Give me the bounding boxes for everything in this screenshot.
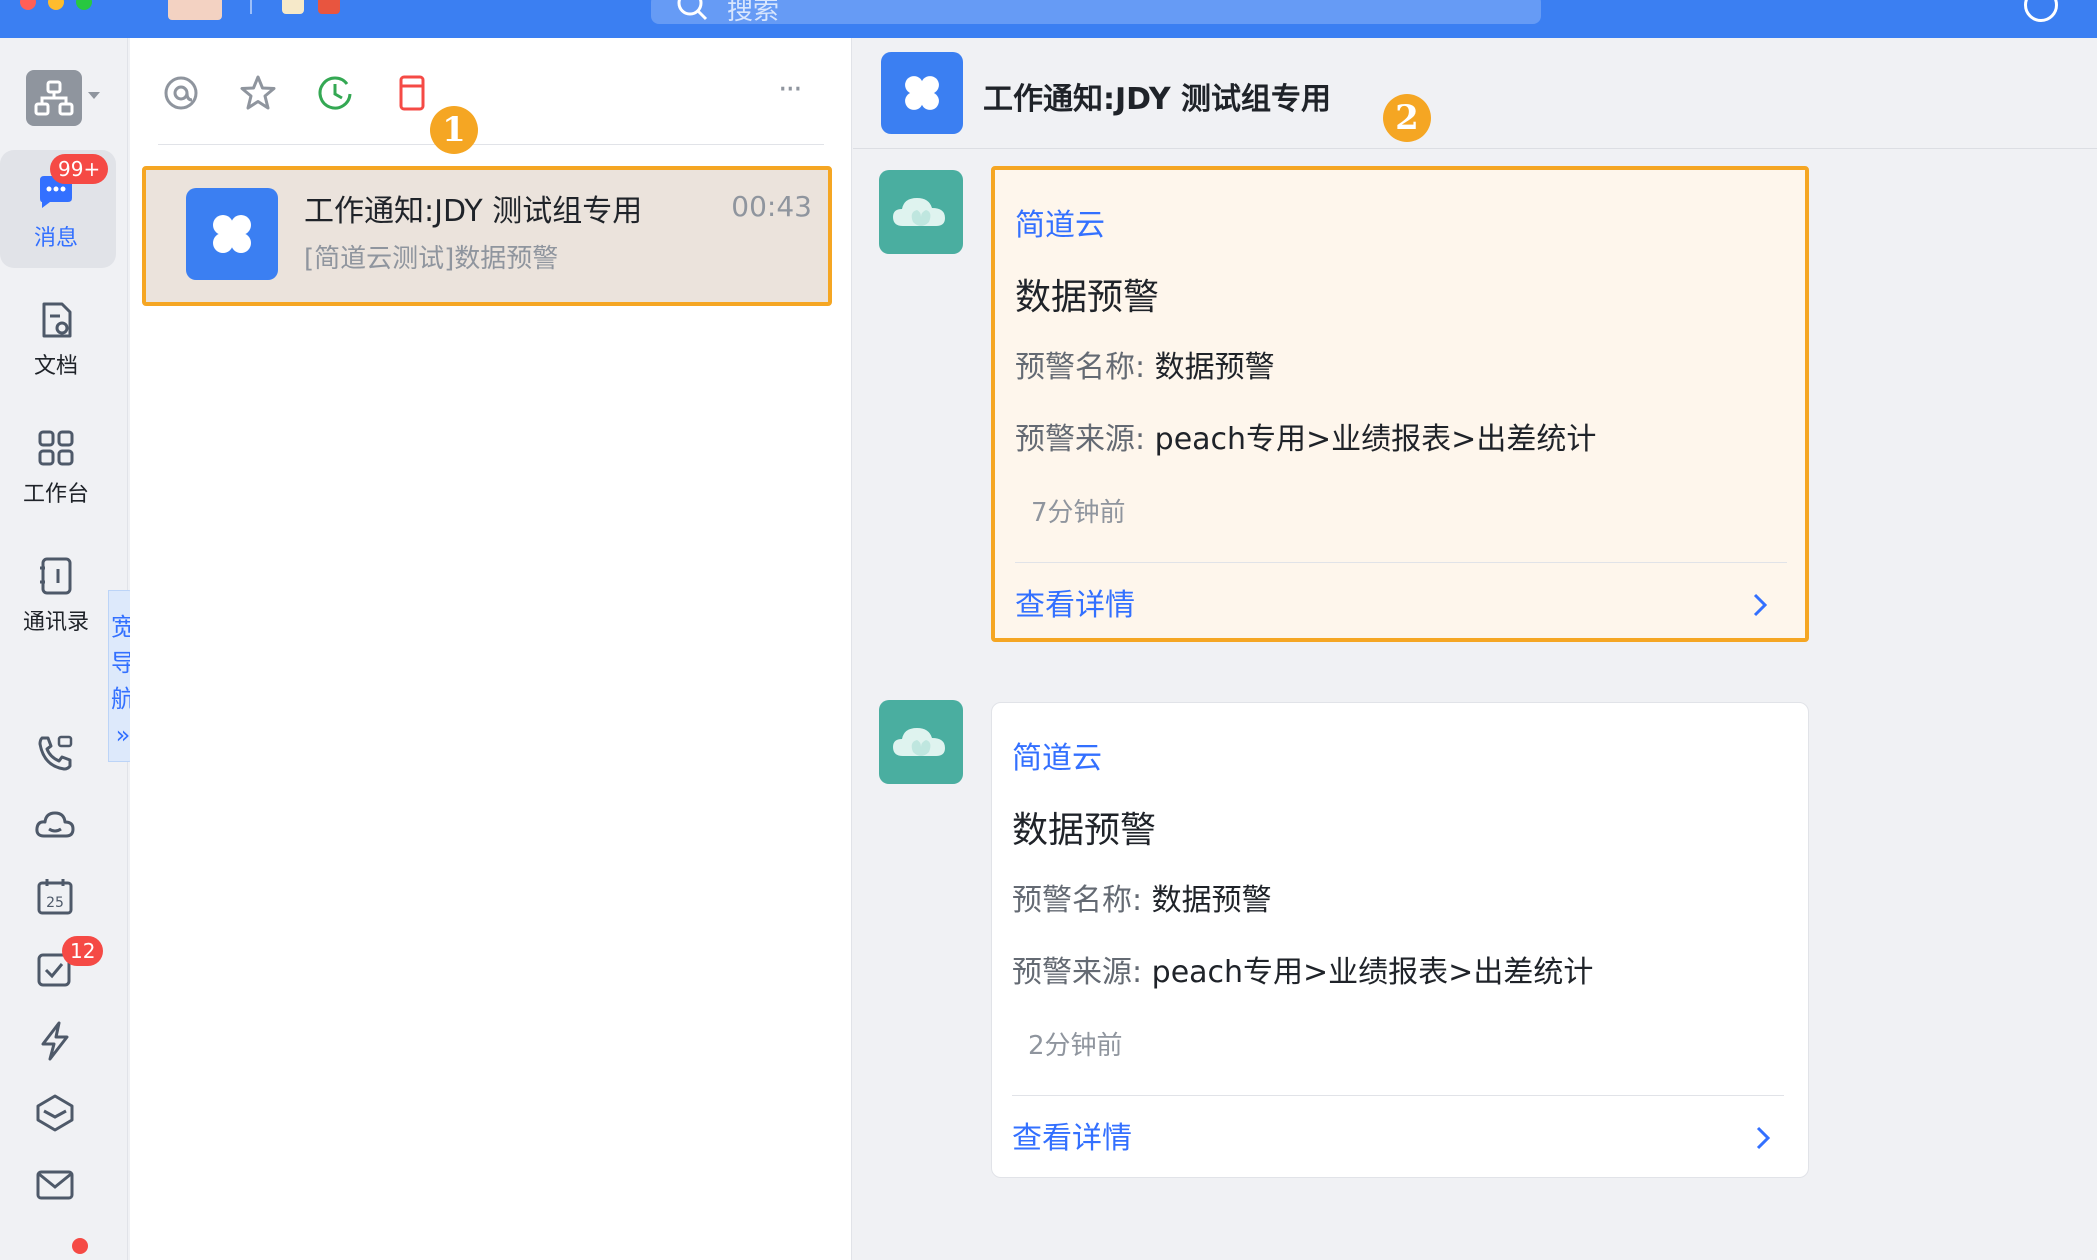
alert-name-value: 数据预警 xyxy=(1154,350,1275,385)
annotation-marker-2: 2 xyxy=(1383,94,1431,142)
view-details-link[interactable]: 查看详情 xyxy=(1015,580,1135,624)
app-shortcut-icon[interactable] xyxy=(282,0,304,14)
message-source: 简道云 xyxy=(1015,208,1105,243)
title-bar: 搜索 xyxy=(0,0,2097,38)
view-details-link[interactable]: 查看详情 xyxy=(1012,1113,1132,1157)
card-divider xyxy=(1012,1095,1784,1096)
unread-badge: 99+ xyxy=(50,154,109,184)
alert-source-label: 预警来源: xyxy=(1015,422,1155,457)
sidebar-item-contacts[interactable]: 通讯录 xyxy=(0,534,116,652)
conversation-time: 00:43 xyxy=(731,190,812,223)
contacts-icon xyxy=(40,557,72,595)
search-placeholder: 搜索 xyxy=(727,0,780,26)
calendar-icon[interactable]: 25 xyxy=(32,874,78,920)
clover-icon xyxy=(905,76,939,110)
star-icon[interactable] xyxy=(237,72,279,114)
message-source: 简道云 xyxy=(1012,741,1102,776)
alert-source-row: 预警来源: peach专用>业绩报表>出差统计 xyxy=(1012,947,1593,991)
sidebar-item-messages[interactable]: 99+ 消息 xyxy=(0,150,116,268)
call-icon[interactable] xyxy=(32,730,78,776)
annotation-marker-1: 1 xyxy=(430,106,478,154)
chevron-down-icon[interactable] xyxy=(88,92,100,99)
bot-avatar[interactable] xyxy=(879,170,963,254)
alert-source-value: peach专用>业绩报表>出差统计 xyxy=(1154,422,1597,457)
bot-avatar[interactable] xyxy=(879,700,963,784)
conversation-title: 工作通知:JDY 测试组专用 xyxy=(304,194,643,229)
conversation-item[interactable]: 工作通知:JDY 测试组专用 00:43 [简道云测试]数据预警 xyxy=(142,166,832,306)
alert-source-value: peach专用>业绩报表>出差统计 xyxy=(1151,955,1594,990)
alert-name-value: 数据预警 xyxy=(1151,883,1272,918)
chevron-right-icon[interactable] xyxy=(1748,1123,1778,1153)
user-avatar[interactable] xyxy=(168,0,222,20)
mention-icon[interactable] xyxy=(160,72,202,114)
alert-source-label: 预警来源: xyxy=(1012,955,1152,990)
layers-icon[interactable] xyxy=(32,1090,78,1136)
clock-icon[interactable] xyxy=(314,72,356,114)
search-input[interactable]: 搜索 xyxy=(651,0,1541,26)
close-window-button[interactable] xyxy=(20,0,36,10)
calendar-day: 25 xyxy=(46,895,64,911)
alert-name-label: 预警名称: xyxy=(1015,350,1155,385)
clover-icon xyxy=(213,215,251,253)
message-title: 数据预警 xyxy=(1015,277,1160,318)
app-shortcut-icon[interactable] xyxy=(318,0,340,14)
cloud-logo-icon xyxy=(893,198,945,226)
cloud-icon[interactable] xyxy=(32,802,78,848)
sidebar-item-label: 工作台 xyxy=(22,482,89,507)
titlebar-divider xyxy=(250,0,252,14)
message-time: 2分钟前 xyxy=(1028,1031,1123,1061)
help-icon[interactable] xyxy=(2024,0,2058,22)
alert-name-row: 预警名称: 数据预警 xyxy=(1015,342,1275,386)
chevron-right-icon[interactable] xyxy=(1745,590,1775,620)
conversation-list-panel: ··· 1 工作通知:JDY 测试组专用 00:43 [简道云测试]数据预警 xyxy=(130,38,852,1260)
card-divider xyxy=(1015,562,1787,563)
chat-panel: 工作通知:JDY 测试组专用 2 简道云 数据预警 预警名称: 数据预警 预警来… xyxy=(853,38,2097,1260)
conversation-preview: [简道云测试]数据预警 xyxy=(304,244,559,274)
sidebar-item-workspace[interactable]: 工作台 xyxy=(0,406,116,524)
more-options-button[interactable]: ··· xyxy=(778,72,803,107)
chat-header-divider xyxy=(853,148,2097,149)
workspace-grid-icon xyxy=(38,430,74,466)
search-icon xyxy=(677,0,708,21)
alert-name-label: 预警名称: xyxy=(1012,883,1152,918)
document-icon xyxy=(42,302,72,338)
sidebar-item-documents[interactable]: 文档 xyxy=(0,278,116,396)
alert-name-row: 预警名称: 数据预警 xyxy=(1012,875,1272,919)
alert-source-row: 预警来源: peach专用>业绩报表>出差统计 xyxy=(1015,414,1596,458)
todo-badge: 12 xyxy=(62,936,104,966)
sidebar-item-label: 消息 xyxy=(33,226,78,251)
sidebar-item-label: 通讯录 xyxy=(22,610,89,635)
message-card: 简道云 数据预警 预警名称: 数据预警 预警来源: peach专用>业绩报表>出… xyxy=(991,166,1809,642)
mail-icon[interactable] xyxy=(32,1162,78,1208)
sidebar-item-label: 文档 xyxy=(33,354,78,379)
message-title: 数据预警 xyxy=(1012,810,1157,851)
chat-title: 工作通知:JDY 测试组专用 xyxy=(983,82,1332,117)
organization-switcher[interactable] xyxy=(26,70,82,126)
chat-avatar xyxy=(881,52,963,134)
org-chart-icon xyxy=(34,80,74,116)
notification-dot xyxy=(72,1238,88,1254)
maximize-window-button[interactable] xyxy=(76,0,92,10)
bookmark-icon[interactable] xyxy=(391,72,433,114)
message-time: 7分钟前 xyxy=(1031,498,1126,528)
minimize-window-button[interactable] xyxy=(48,0,64,10)
cloud-logo-icon xyxy=(893,728,945,756)
conversation-avatar xyxy=(186,188,278,280)
flash-icon[interactable] xyxy=(32,1018,78,1064)
message-card: 简道云 数据预警 预警名称: 数据预警 预警来源: peach专用>业绩报表>出… xyxy=(991,702,1809,1178)
list-divider xyxy=(158,144,824,145)
